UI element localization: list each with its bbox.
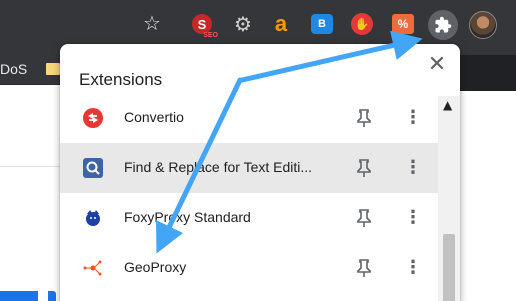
pin-icon[interactable] <box>354 157 374 179</box>
extension-name: Convertio <box>124 109 184 125</box>
pin-icon[interactable] <box>354 207 374 229</box>
extensions-puzzle-button[interactable] <box>428 10 458 40</box>
seo-extension-icon[interactable]: S SEO <box>192 14 218 39</box>
scrollbar[interactable]: ▲ <box>438 96 460 301</box>
page-button-glyph <box>38 291 48 301</box>
b-extension-icon[interactable]: B <box>311 14 333 34</box>
divider <box>0 166 60 167</box>
extension-row-convertio[interactable]: Convertio ⋮ <box>60 93 438 143</box>
more-options-icon[interactable]: ⋮ <box>403 206 423 230</box>
extensions-popup: Extensions ✕ Convertio ⋮ Find & Replace … <box>60 44 460 301</box>
folder-icon[interactable] <box>46 63 60 75</box>
more-options-icon[interactable]: ⋮ <box>403 106 423 130</box>
find-replace-icon <box>82 157 104 179</box>
extension-name: Find & Replace for Text Editi... <box>124 159 313 175</box>
puzzle-icon <box>435 16 452 33</box>
pin-icon[interactable] <box>354 107 374 129</box>
extension-name: GeoProxy <box>124 259 187 275</box>
bookmark-star-icon[interactable]: ☆ <box>141 11 163 35</box>
gear-extension-icon[interactable]: ⚙ <box>232 12 254 36</box>
profile-avatar[interactable] <box>469 11 497 39</box>
geoproxy-icon <box>82 257 104 279</box>
hand-extension-icon[interactable]: ✋ <box>351 13 373 35</box>
extension-row-find-replace[interactable]: Find & Replace for Text Editi... ⋮ <box>60 143 438 193</box>
convertio-icon <box>82 107 104 129</box>
foxyproxy-icon <box>82 207 104 229</box>
extension-name: FoxyProxy Standard <box>124 209 251 225</box>
amazon-extension-icon[interactable]: a <box>270 11 292 36</box>
percent-extension-icon[interactable]: % <box>392 14 414 34</box>
popup-title: Extensions <box>79 70 163 89</box>
scroll-up-icon[interactable]: ▲ <box>443 98 452 112</box>
more-options-icon[interactable]: ⋮ <box>403 256 423 280</box>
extension-row-foxyproxy[interactable]: FoxyProxy Standard ⋮ <box>60 193 438 243</box>
page-dark-strip <box>460 55 516 91</box>
more-options-icon[interactable]: ⋮ <box>403 156 423 180</box>
scrollbar-thumb[interactable] <box>443 234 455 301</box>
extension-row-geoproxy[interactable]: GeoProxy ⋮ <box>60 243 438 293</box>
close-icon[interactable]: ✕ <box>426 54 448 76</box>
pin-icon[interactable] <box>354 257 374 279</box>
bookmark-item-label[interactable]: DoS <box>0 61 27 77</box>
